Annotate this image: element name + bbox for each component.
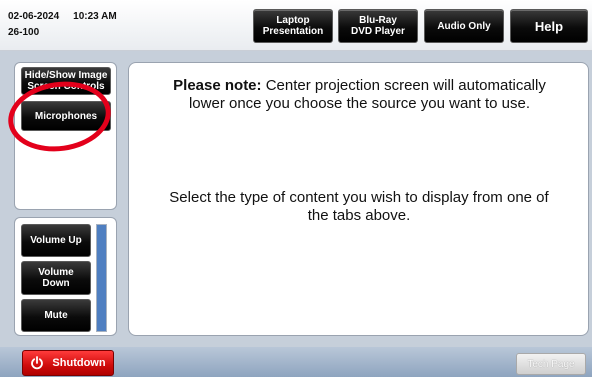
- time-text: 10:23 AM: [73, 11, 117, 22]
- date-text: 02-06-2024: [8, 11, 60, 22]
- note-label: Please note:: [173, 77, 262, 94]
- tab-help[interactable]: Help: [510, 9, 588, 43]
- tab-bluray-dvd[interactable]: Blu-Ray DVD Player: [338, 9, 418, 43]
- tab-laptop-presentation[interactable]: Laptop Presentation: [253, 9, 333, 43]
- tab-bluray-label-line2: DVD Player: [351, 26, 405, 37]
- microphones-button[interactable]: Microphones: [21, 101, 111, 131]
- mute-button[interactable]: Mute: [21, 299, 91, 332]
- mute-label: Mute: [44, 310, 68, 321]
- tab-help-label: Help: [534, 18, 564, 34]
- volume-down-label-line1: Volume: [38, 267, 74, 278]
- screen-controls-label-line2: Screen Controls: [27, 81, 105, 92]
- tab-laptop-label-line1: Laptop: [276, 15, 310, 26]
- content-panel: Please note: Center projection screen wi…: [128, 62, 589, 336]
- volume-up-label: Volume Up: [30, 235, 82, 246]
- volume-down-label-line2: Down: [42, 278, 70, 289]
- instruction-text: Select the type of content you wish to d…: [169, 189, 549, 224]
- room-number: 26-100: [8, 27, 40, 38]
- volume-level-bar: [96, 224, 107, 332]
- tab-bluray-label-line1: Blu-Ray: [359, 15, 397, 26]
- tech-page-button[interactable]: Tech Page: [516, 353, 586, 375]
- screen-controls-label-line1: Hide/Show Image: [24, 70, 108, 81]
- shutdown-button[interactable]: Shutdown: [22, 350, 114, 376]
- shutdown-label: Shutdown: [52, 357, 106, 369]
- tab-audio-only[interactable]: Audio Only: [424, 9, 504, 43]
- tab-audio-only-label: Audio Only: [437, 20, 491, 32]
- top-bar: 02-06-2024 10:23 AM 26-100 Laptop Present…: [0, 0, 592, 51]
- hide-show-screen-controls-button[interactable]: Hide/Show Image Screen Controls: [21, 67, 111, 95]
- microphones-label: Microphones: [34, 110, 98, 122]
- power-icon: [31, 356, 44, 370]
- volume-down-button[interactable]: Volume Down: [21, 261, 91, 295]
- volume-up-button[interactable]: Volume Up: [21, 224, 91, 257]
- volume-level-fill: [97, 225, 106, 331]
- tech-page-label: Tech Page: [527, 358, 575, 370]
- date-time-display: 02-06-2024 10:23 AM 26-100: [8, 9, 117, 41]
- tab-laptop-label-line2: Presentation: [262, 26, 324, 37]
- projection-note: Please note: Center projection screen wi…: [167, 77, 552, 113]
